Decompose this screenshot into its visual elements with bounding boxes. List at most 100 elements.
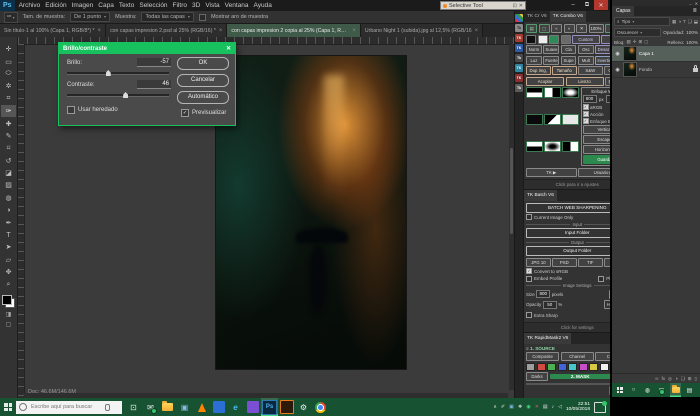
contrast-slider[interactable] [67, 94, 169, 97]
tray-icon[interactable]: ▤ [543, 404, 548, 410]
sample-select[interactable]: Todas las capas ▾ [141, 12, 193, 22]
selective-tool-restore-icon[interactable]: ⊡ [513, 3, 517, 9]
ring-checkbox[interactable] [199, 14, 206, 21]
tray-icon[interactable]: ◉ [526, 404, 530, 410]
tool-button[interactable]: ✥ [1, 266, 16, 278]
tray-icon[interactable]: ♪ [552, 404, 555, 410]
mask-preset-icon[interactable] [526, 141, 543, 152]
brightness-slider-thumb[interactable] [106, 70, 111, 76]
tray-icon[interactable]: ∧ [493, 404, 497, 410]
mask-preset-icon[interactable] [562, 87, 579, 98]
document-tab[interactable]: Sin título-1 al 100% (Capa 1, RGB/8*) * … [0, 24, 106, 37]
panel-chip-icon[interactable]: Tk [515, 54, 523, 62]
menu-item[interactable]: Ventana [225, 2, 249, 9]
current-tool-badge[interactable]: ✑ ▾ [4, 12, 18, 23]
search-input[interactable] [29, 403, 103, 411]
tool-button[interactable]: ✲ [1, 80, 16, 92]
mask-preset-icon[interactable] [562, 114, 579, 125]
document-tab[interactable]: con capas impresion 2 copia al 25% (Capa… [227, 24, 361, 37]
selective-tool-window[interactable]: Selective Tool ⊡ ✕ [440, 1, 526, 10]
contrast-value-field[interactable]: 46 [137, 80, 171, 89]
panel-chip-icon[interactable] [515, 14, 523, 22]
menu-item[interactable]: Ayuda [254, 2, 272, 9]
tk-icon-button[interactable]: ✕ [576, 24, 587, 33]
menu-item[interactable]: Archivo [19, 2, 41, 9]
checkbox-checked-icon[interactable]: ✓ [583, 104, 589, 110]
layer-footer-icon[interactable]: ◎ [668, 376, 672, 382]
brightness-slider[interactable] [67, 72, 169, 75]
tk-button[interactable]: Custom [572, 35, 600, 44]
layer-footer-icon[interactable]: ⊞ [688, 376, 692, 382]
tool-button[interactable]: ◪ [1, 167, 16, 179]
mask-preset-icon[interactable] [526, 87, 543, 98]
layer-filter-icon[interactable]: ❑ [688, 19, 692, 25]
tool-button[interactable]: ⌑ [1, 142, 16, 154]
tool-button[interactable]: ↺ [1, 155, 16, 167]
panel-chip-icon[interactable]: Tk [515, 24, 523, 32]
tab-tk-combo[interactable]: TK Combo V6 [550, 11, 586, 22]
panel-menu-icon[interactable]: ≣ [690, 6, 700, 16]
tk-icon-button[interactable]: « [551, 24, 562, 33]
tool-button[interactable]: ⬭ [1, 68, 16, 80]
menu-item[interactable]: 3D [192, 2, 200, 9]
tool-button[interactable]: ◍ [1, 192, 16, 204]
tab-close-icon[interactable]: × [352, 28, 356, 34]
minimize-button[interactable]: – [566, 0, 580, 10]
preview-checkbox-row[interactable]: ✓ Previsualizar [181, 109, 226, 117]
document-tab[interactable]: Urbano Night 1 (subida).jpg al 12,5% (RG… [361, 24, 483, 37]
mask-preset-icon[interactable] [526, 114, 543, 125]
close-icon[interactable]: ✕ [695, 1, 698, 6]
layer-filter-icon[interactable]: T [683, 19, 686, 24]
checkbox-checked-icon[interactable]: ✓ [583, 111, 589, 117]
mask-preset-icon[interactable] [562, 141, 579, 152]
menu-item[interactable]: Vista [205, 2, 219, 9]
lock-option-icon[interactable]: ⊞ [639, 39, 643, 45]
tk-icon-button[interactable]: ▤ [526, 24, 537, 33]
adobe-app-icon[interactable] [278, 398, 295, 416]
cancel-button[interactable]: Cancelar [177, 74, 229, 87]
tk-button[interactable]: Desat [595, 45, 611, 54]
source-button[interactable]: Composite [526, 352, 559, 361]
edge-icon[interactable]: e [227, 398, 244, 416]
tab-close-icon[interactable]: × [219, 28, 223, 34]
tk-flyout-button[interactable]: TK ▶ [526, 168, 577, 177]
tk-button[interactable]: Mult [578, 56, 594, 65]
tool-button[interactable]: ✚ [1, 117, 16, 129]
tray-icon[interactable]: ❖ [518, 404, 522, 410]
tk-button[interactable]: Luz [526, 56, 542, 65]
checkbox-checked-icon[interactable]: ✓ [526, 268, 532, 274]
tk-button[interactable]: Osc [578, 45, 594, 54]
photos-icon[interactable]: ▣ [176, 398, 193, 416]
chrome-icon[interactable] [312, 398, 329, 416]
tray-icon[interactable]: ▣ [509, 404, 514, 410]
lock-option-icon[interactable]: ✛ [633, 39, 637, 45]
brush-chip[interactable] [538, 35, 548, 44]
action-center-icon[interactable] [594, 402, 606, 413]
restore-button[interactable]: ⧉ [580, 0, 594, 10]
menu-item[interactable]: Texto [119, 2, 135, 9]
checkbox-icon[interactable] [526, 276, 532, 282]
menu-item[interactable]: Imagen [72, 2, 94, 9]
channel-chip[interactable] [558, 363, 567, 371]
cortana-icon[interactable]: ○ [628, 383, 639, 397]
tk-button[interactable]: Tamaño [552, 66, 577, 75]
tk-button[interactable]: Supe [561, 56, 577, 65]
panel-chip-icon[interactable]: TK [515, 44, 523, 52]
layer-footer-icon[interactable]: ▯ [695, 376, 697, 382]
tab-close-icon[interactable]: × [98, 28, 102, 34]
tk-button[interactable]: Cla [561, 45, 577, 54]
foreground-color-swatch[interactable] [2, 295, 12, 305]
tray-icon[interactable]: ✕ [535, 404, 539, 410]
mask-preset-icon[interactable] [544, 141, 561, 152]
tk-icon-button[interactable]: » [564, 24, 575, 33]
paint-app-icon[interactable] [210, 398, 227, 416]
mail-icon[interactable]: ✉ [142, 398, 159, 416]
tab-tk-cr[interactable]: TK Cr V6 [524, 11, 550, 22]
tool-button[interactable]: T [1, 229, 16, 241]
document-image[interactable] [216, 56, 406, 369]
checkbox-checked-icon[interactable]: ✓ [583, 118, 589, 124]
dialog-close-icon[interactable]: ✕ [226, 45, 231, 52]
mail-icon[interactable]: ✉ [656, 383, 667, 397]
taskbar-clock[interactable]: 22:51 10/05/2018 [566, 402, 590, 413]
tool-button[interactable]: ▭ [1, 55, 16, 67]
